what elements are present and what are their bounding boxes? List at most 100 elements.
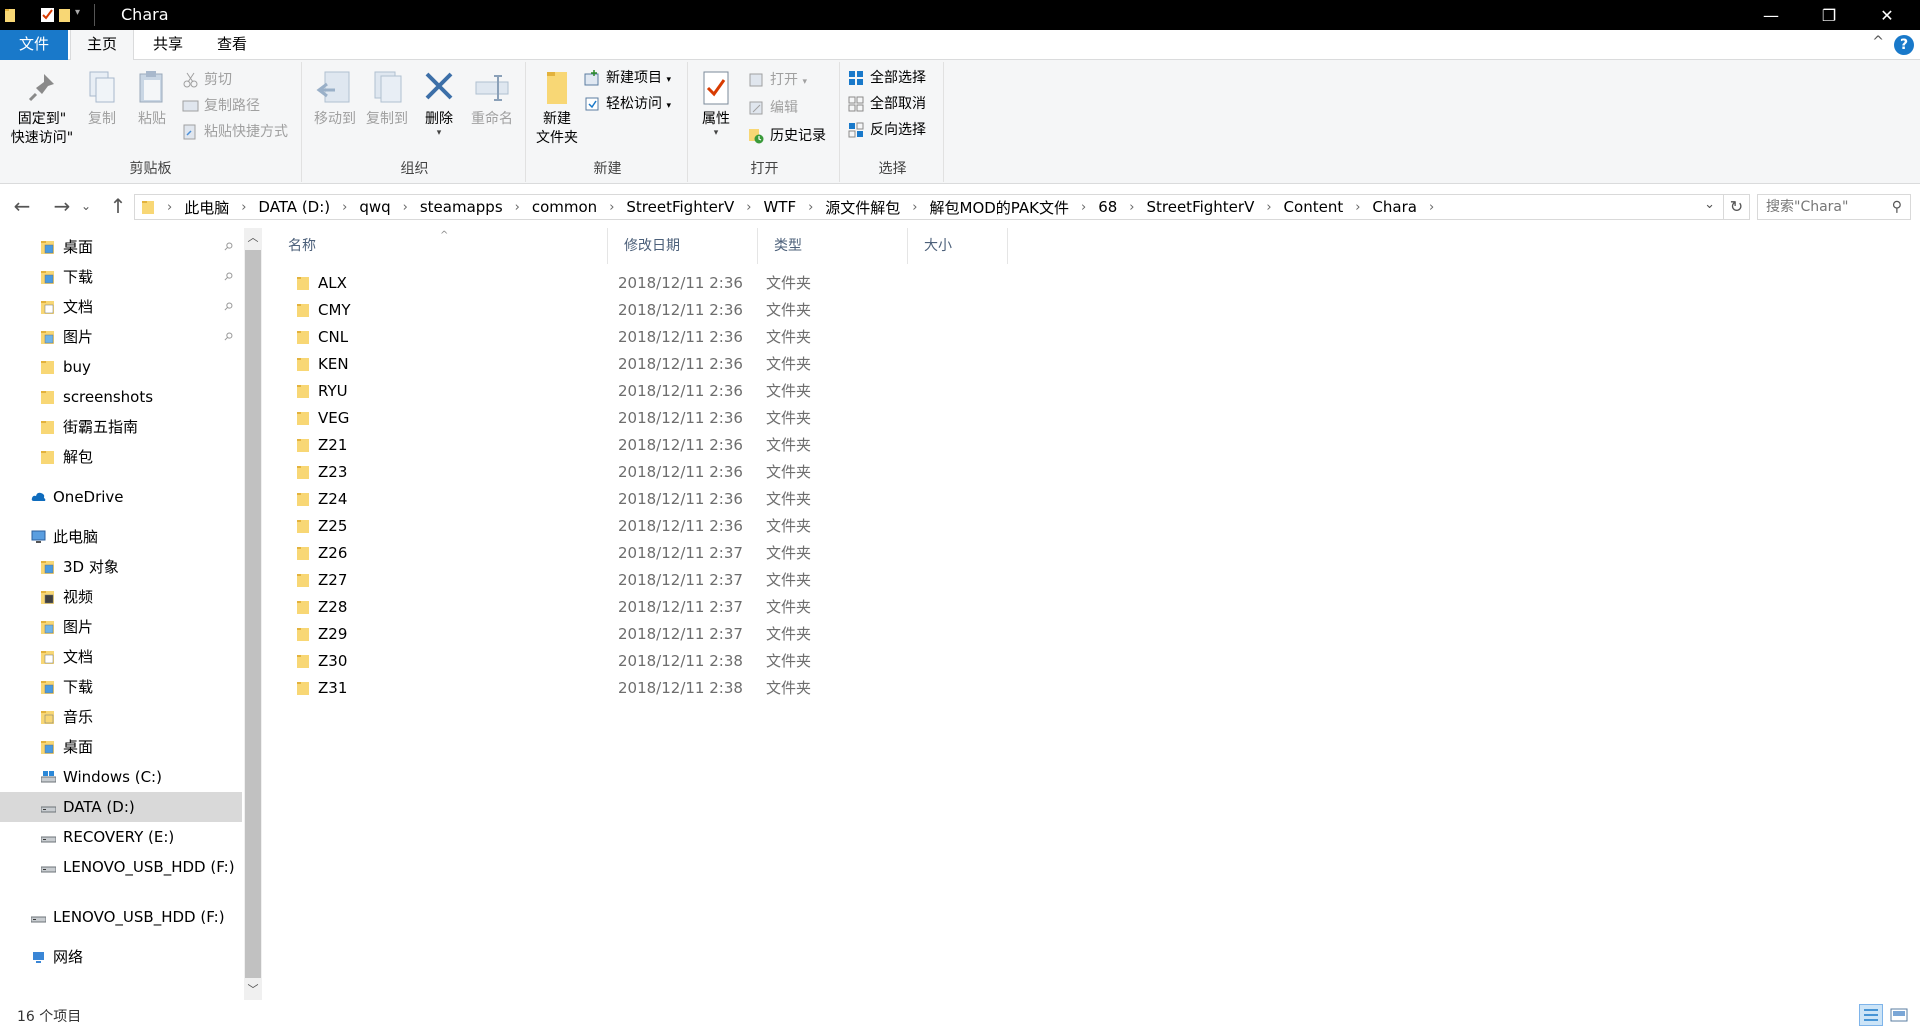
nav-scrollbar[interactable]: ︿ ﹀ xyxy=(244,228,262,1000)
search-icon[interactable]: ⚲ xyxy=(1892,195,1902,219)
table-row[interactable]: Z27 2018/12/11 2:37 文件夹 xyxy=(288,567,1088,594)
nav-quick-item[interactable]: buy xyxy=(0,352,242,382)
breadcrumb-item[interactable]: WTF xyxy=(759,198,800,216)
nav-onedrive[interactable]: OneDrive xyxy=(0,482,242,512)
table-row[interactable]: Z21 2018/12/11 2:36 文件夹 xyxy=(288,432,1088,459)
table-row[interactable]: ALX 2018/12/11 2:36 文件夹 xyxy=(288,270,1088,297)
details-view-button[interactable] xyxy=(1859,1004,1883,1026)
breadcrumb-separator-icon[interactable]: › xyxy=(1347,200,1368,215)
delete-dropdown-icon[interactable]: ▾ xyxy=(418,129,460,138)
table-row[interactable]: Z26 2018/12/11 2:37 文件夹 xyxy=(288,540,1088,567)
nav-pc-item[interactable]: 下载 xyxy=(0,672,242,702)
maximize-button[interactable]: ❐ xyxy=(1800,0,1858,30)
breadcrumb-separator-icon[interactable]: › xyxy=(1073,200,1094,215)
table-row[interactable]: Z23 2018/12/11 2:36 文件夹 xyxy=(288,459,1088,486)
scrollbar-thumb[interactable] xyxy=(245,250,261,978)
nav-quick-item[interactable]: 图片 ⚲ xyxy=(0,322,242,352)
nav-pc-item[interactable]: 3D 对象 xyxy=(0,552,242,582)
invert-selection-button[interactable]: 反向选择 xyxy=(848,118,926,142)
nav-quick-item[interactable]: screenshots xyxy=(0,382,242,412)
nav-pc-item[interactable]: 图片 xyxy=(0,612,242,642)
nav-network[interactable]: 网络 xyxy=(0,942,242,972)
paste-shortcut-button[interactable]: 粘贴快捷方式 xyxy=(182,120,288,144)
nav-pc-item[interactable]: 音乐 xyxy=(0,702,242,732)
properties-dropdown-icon[interactable]: ▾ xyxy=(694,129,738,138)
copy-to-button[interactable]: 复制到 xyxy=(362,68,412,129)
breadcrumb-item[interactable]: 此电脑 xyxy=(180,197,233,218)
nav-drive[interactable]: RECOVERY (E:) xyxy=(0,822,242,852)
breadcrumb-separator-icon[interactable]: › xyxy=(1421,200,1442,215)
nav-this-pc[interactable]: 此电脑 xyxy=(0,522,242,552)
tab-file[interactable]: 文件 xyxy=(0,30,68,60)
column-header-size[interactable]: 大小 xyxy=(908,228,1008,264)
tab-home[interactable]: 主页 xyxy=(70,30,134,61)
scroll-up-arrow-icon[interactable]: ︿ xyxy=(244,228,262,248)
breadcrumb-separator-icon[interactable]: › xyxy=(904,200,925,215)
breadcrumb-separator-icon[interactable]: › xyxy=(159,200,180,215)
move-to-button[interactable]: 移动到 xyxy=(310,68,360,129)
breadcrumb-separator-icon[interactable]: › xyxy=(738,200,759,215)
recent-locations-button[interactable]: ⌄ xyxy=(74,194,98,218)
breadcrumb-item[interactable]: common xyxy=(528,198,601,216)
easy-access-button[interactable]: 轻松访问 ▾ xyxy=(584,92,671,116)
breadcrumb-item[interactable]: qwq xyxy=(355,198,394,216)
nav-quick-item[interactable]: 下载 ⚲ xyxy=(0,262,242,292)
address-dropdown-icon[interactable]: ⌄ xyxy=(1704,197,1715,212)
column-header-date[interactable]: 修改日期 xyxy=(608,228,758,264)
breadcrumb-separator-icon[interactable]: › xyxy=(1121,200,1142,215)
breadcrumb-item[interactable]: StreetFighterV xyxy=(622,198,738,216)
rename-button[interactable]: 重命名 xyxy=(466,68,518,129)
breadcrumb-separator-icon[interactable]: › xyxy=(601,200,622,215)
table-row[interactable]: Z31 2018/12/11 2:38 文件夹 xyxy=(288,675,1088,702)
new-folder-quick-access-icon[interactable] xyxy=(58,6,74,24)
pin-quick-access-button[interactable]: 固定到" 快速访问" xyxy=(4,68,80,148)
up-button[interactable]: ↑ xyxy=(106,194,130,218)
breadcrumb-separator-icon[interactable]: › xyxy=(1258,200,1279,215)
table-row[interactable]: RYU 2018/12/11 2:36 文件夹 xyxy=(288,378,1088,405)
nav-pc-item[interactable]: 文档 xyxy=(0,642,242,672)
breadcrumb-separator-icon[interactable]: › xyxy=(800,200,821,215)
table-row[interactable]: KEN 2018/12/11 2:36 文件夹 xyxy=(288,351,1088,378)
table-row[interactable]: VEG 2018/12/11 2:36 文件夹 xyxy=(288,405,1088,432)
forward-button[interactable]: → xyxy=(50,194,74,218)
copy-button[interactable]: 复制 xyxy=(82,68,122,129)
close-button[interactable]: ✕ xyxy=(1858,0,1916,30)
column-header-type[interactable]: 类型 xyxy=(758,228,908,264)
select-all-button[interactable]: 全部选择 xyxy=(848,66,926,90)
properties-button[interactable]: 属性 ▾ xyxy=(694,68,738,138)
breadcrumb-item[interactable]: DATA (D:) xyxy=(254,198,334,216)
collapse-ribbon-icon[interactable]: ^ xyxy=(1872,34,1884,50)
breadcrumb-item[interactable]: steamapps xyxy=(416,198,507,216)
breadcrumb-separator-icon[interactable]: › xyxy=(507,200,528,215)
table-row[interactable]: CNL 2018/12/11 2:36 文件夹 xyxy=(288,324,1088,351)
new-item-button[interactable]: 新建项目 ▾ xyxy=(584,66,671,90)
table-row[interactable]: Z29 2018/12/11 2:37 文件夹 xyxy=(288,621,1088,648)
nav-drive[interactable]: Windows (C:) xyxy=(0,762,242,792)
table-row[interactable]: Z24 2018/12/11 2:36 文件夹 xyxy=(288,486,1088,513)
nav-drive[interactable]: DATA (D:) xyxy=(0,792,242,822)
breadcrumb-separator-icon[interactable]: › xyxy=(395,200,416,215)
open-button[interactable]: 打开 ▾ xyxy=(748,68,807,92)
search-input[interactable]: 搜索"Chara" ⚲ xyxy=(1757,194,1911,220)
minimize-button[interactable]: — xyxy=(1742,0,1800,30)
nav-usb-drive[interactable]: LENOVO_USB_HDD (F:) xyxy=(0,902,242,932)
scroll-down-arrow-icon[interactable]: ﹀ xyxy=(244,980,262,1000)
breadcrumb-item[interactable]: Content xyxy=(1280,198,1348,216)
cut-button[interactable]: 剪切 xyxy=(182,68,232,92)
breadcrumb-separator-icon[interactable]: › xyxy=(334,200,355,215)
paste-button[interactable]: 粘贴 xyxy=(132,68,172,129)
copy-path-button[interactable]: 复制路径 xyxy=(182,94,260,118)
tab-view[interactable]: 查看 xyxy=(200,30,264,60)
help-icon[interactable]: ? xyxy=(1894,35,1914,55)
properties-quick-access-icon[interactable] xyxy=(40,6,56,24)
customize-quick-access-icon[interactable]: ▾ xyxy=(75,7,80,18)
tab-share[interactable]: 共享 xyxy=(136,30,200,60)
nav-quick-item[interactable]: 桌面 ⚲ xyxy=(0,232,242,262)
history-button[interactable]: 历史记录 xyxy=(748,124,826,148)
back-button[interactable]: ← xyxy=(10,194,34,218)
table-row[interactable]: Z28 2018/12/11 2:37 文件夹 xyxy=(288,594,1088,621)
table-row[interactable]: Z30 2018/12/11 2:38 文件夹 xyxy=(288,648,1088,675)
breadcrumb-item[interactable]: 68 xyxy=(1094,198,1121,216)
select-none-button[interactable]: 全部取消 xyxy=(848,92,926,116)
new-folder-button[interactable]: 新建 文件夹 xyxy=(530,68,584,148)
